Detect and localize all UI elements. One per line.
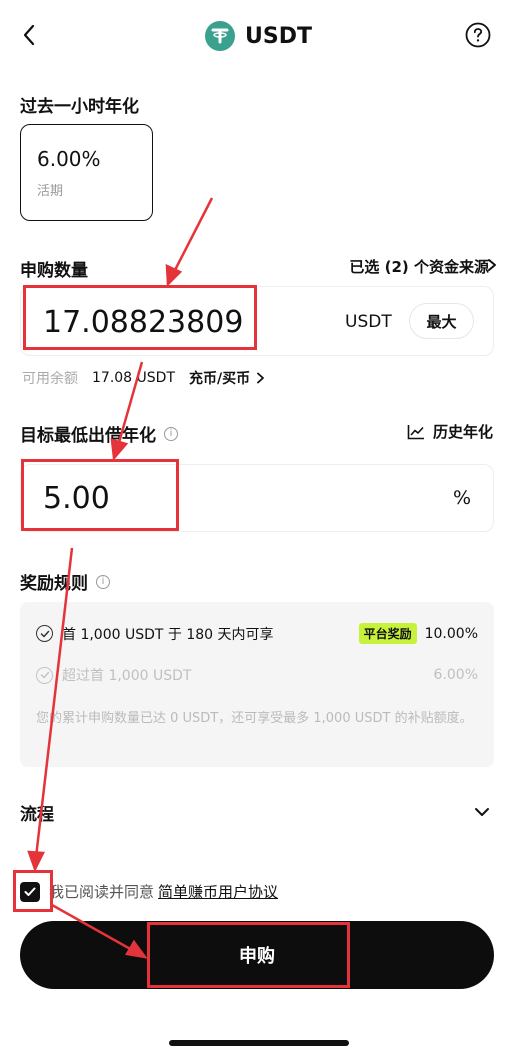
history-rate-label: 历史年化 bbox=[432, 423, 493, 441]
amount-unit: USDT bbox=[345, 312, 392, 332]
home-indicator bbox=[169, 1040, 349, 1046]
agreement-link[interactable]: 简单赚币用户协议 bbox=[158, 881, 278, 902]
info-icon[interactable]: i bbox=[96, 574, 110, 589]
chevron-down-icon bbox=[475, 808, 489, 816]
agreement-row: 我已阅读并同意 简单赚币用户协议 bbox=[20, 881, 278, 902]
balance-row: 可用余额 17.08 USDT 充币/买币 bbox=[22, 368, 268, 388]
annotation-box bbox=[147, 922, 350, 988]
apy-card[interactable]: 6.00% 活期 bbox=[20, 124, 153, 221]
annotation-box bbox=[23, 285, 257, 350]
target-rate-header: 目标最低出借年化 i bbox=[20, 421, 178, 446]
rule-percentage: 10.00% bbox=[424, 625, 478, 642]
question-circle-icon bbox=[465, 22, 491, 48]
chevron-right-icon bbox=[488, 259, 496, 271]
apy-type: 活期 bbox=[37, 184, 64, 199]
rules-panel: 首 1,000 USDT 于 180 天内可享 平台奖励 10.00% 超过首 … bbox=[20, 602, 494, 767]
agreement-text: 我已阅读并同意 bbox=[49, 883, 155, 901]
check-circle-icon bbox=[36, 625, 53, 642]
balance-value: 17.08 USDT bbox=[92, 370, 175, 386]
flow-label: 流程 bbox=[20, 804, 54, 825]
page-header: USDT bbox=[0, 18, 517, 54]
balance-label: 可用余额 bbox=[22, 371, 78, 387]
rule-text: 首 1,000 USDT 于 180 天内可享 bbox=[62, 626, 274, 643]
rule-note: 您的累计申购数量已达 0 USDT，还可享受最多 1,000 USDT 的补贴额… bbox=[36, 711, 473, 726]
flow-toggle[interactable]: 流程 bbox=[20, 798, 494, 826]
rules-header: 奖励规则 i bbox=[20, 569, 110, 594]
funding-sources-link[interactable]: 已选 (2) 个资金来源 bbox=[349, 256, 489, 277]
check-circle-icon bbox=[36, 666, 53, 684]
chevron-right-icon bbox=[257, 372, 265, 384]
info-icon[interactable]: i bbox=[164, 426, 178, 441]
rules-label: 奖励规则 bbox=[20, 574, 88, 594]
platform-reward-badge: 平台奖励 bbox=[358, 623, 417, 644]
history-rate-link[interactable]: 历史年化 bbox=[407, 421, 493, 442]
rule-percentage: 6.00% bbox=[433, 667, 478, 683]
rule-item: 首 1,000 USDT 于 180 天内可享 平台奖励 10.00% bbox=[36, 623, 478, 644]
apy-label: 过去一小时年化 bbox=[20, 97, 139, 117]
trend-chart-icon bbox=[407, 424, 424, 439]
help-button[interactable] bbox=[463, 20, 493, 50]
apy-value: 6.00% bbox=[37, 147, 101, 171]
target-rate-label: 目标最低出借年化 bbox=[20, 426, 156, 446]
rule-item: 超过首 1,000 USDT 6.00% bbox=[36, 665, 478, 685]
annotation-box bbox=[13, 870, 53, 912]
rule-text: 超过首 1,000 USDT bbox=[62, 668, 192, 684]
topup-link[interactable]: 充币/买币 bbox=[189, 368, 250, 388]
page-title: USDT bbox=[245, 23, 312, 49]
max-button[interactable]: 最大 bbox=[409, 303, 474, 339]
amount-label: 申购数量 bbox=[20, 261, 88, 281]
tether-logo-icon bbox=[205, 21, 235, 51]
target-rate-unit: % bbox=[452, 487, 471, 509]
annotation-box bbox=[21, 459, 179, 531]
